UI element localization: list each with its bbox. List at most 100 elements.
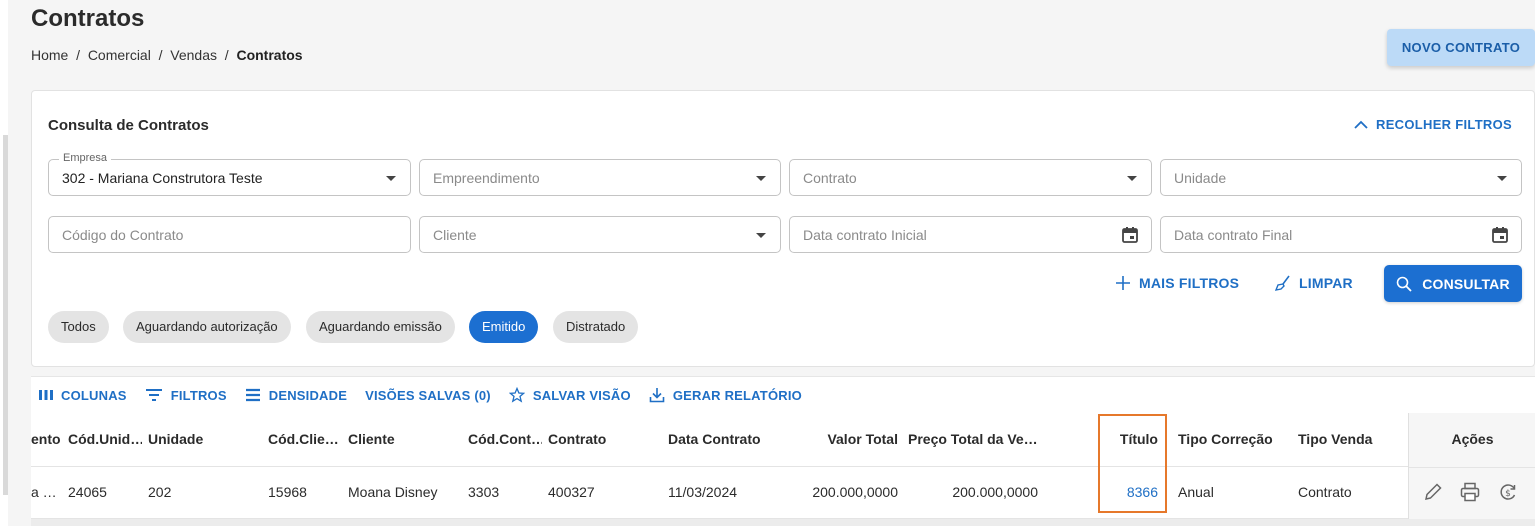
breadcrumb-current: Contratos <box>236 47 303 63</box>
contrato-placeholder: Contrato <box>803 170 857 186</box>
save-view-button[interactable]: SALVAR VISÃO <box>508 387 631 403</box>
col-unidade-header[interactable]: Unidade <box>148 431 248 447</box>
col-contrato-header[interactable]: Contrato <box>548 431 658 447</box>
more-filters-button[interactable]: MAIS FILTROS <box>1115 275 1239 291</box>
search-button[interactable]: CONSULTAR <box>1384 265 1522 302</box>
empreendimento-placeholder: Empreendimento <box>433 170 540 186</box>
clear-label: LIMPAR <box>1299 275 1353 291</box>
col-valor-total-header[interactable]: Valor Total <box>798 431 898 447</box>
saved-views-button[interactable]: VISÕES SALVAS (0) <box>365 388 491 403</box>
col-tipo-venda-header[interactable]: Tipo Venda <box>1298 431 1398 447</box>
data-final-placeholder: Data contrato Final <box>1174 227 1293 243</box>
print-icon[interactable] <box>1459 481 1481 503</box>
collapse-filters-label: RECOLHER FILTROS <box>1376 117 1512 132</box>
filter-lines-icon <box>145 389 162 401</box>
empresa-label: Empresa <box>59 152 112 164</box>
cell-preco-total: 200.000,0000 <box>952 484 1038 500</box>
collapse-filters-button[interactable]: RECOLHER FILTROS <box>1354 117 1512 132</box>
clear-button[interactable]: LIMPAR <box>1275 275 1353 291</box>
cell-empreendimento: a … <box>31 484 57 500</box>
cell-data-contrato: 11/03/2024 <box>668 484 738 500</box>
columns-label: COLUNAS <box>61 387 127 403</box>
cell-titulo-link[interactable]: 8366 <box>1098 484 1158 500</box>
col-empreendimento-header[interactable]: ento <box>31 431 61 447</box>
page-title: Contratos <box>31 5 145 32</box>
table-row[interactable]: a … 24065 202 15968 Moana Disney 3303 40… <box>31 467 1535 519</box>
filter-panel: Consulta de Contratos RECOLHER FILTROS E… <box>31 90 1535 367</box>
density-label: DENSIDADE <box>268 387 348 403</box>
contracts-table: ento Cód.Unid… Unidade Cód.Clie… Cliente… <box>31 413 1535 526</box>
columns-icon <box>39 390 53 400</box>
more-filters-label: MAIS FILTROS <box>1139 275 1240 291</box>
cell-tipo-venda: Contrato <box>1298 484 1352 500</box>
cell-cod-contrato: 3303 <box>468 484 500 500</box>
save-view-label: SALVAR VISÃO <box>532 387 631 403</box>
col-cod-cliente-header[interactable]: Cód.Clie… <box>268 431 342 447</box>
star-icon <box>508 387 525 403</box>
col-tipo-correcao-header[interactable]: Tipo Correção <box>1178 431 1288 447</box>
breadcrumb-comercial[interactable]: Comercial <box>88 47 151 63</box>
sidebar-scrollbar[interactable] <box>3 135 8 495</box>
breadcrumb-sep: / <box>68 47 88 63</box>
new-contract-button[interactable]: NOVO CONTRATO <box>1387 29 1535 66</box>
chip-distratado[interactable]: Distratado <box>553 311 639 343</box>
codigo-contrato-input[interactable]: Código do Contrato <box>48 216 411 253</box>
col-data-contrato-header[interactable]: Data Contrato <box>668 431 788 447</box>
cell-cod-unidade: 24065 <box>68 484 107 500</box>
filter-panel-title: Consulta de Contratos <box>48 117 209 134</box>
cell-cod-cliente: 15968 <box>268 484 307 500</box>
chevron-up-icon <box>1354 120 1368 129</box>
payment-cycle-icon[interactable]: $ <box>1497 481 1519 503</box>
empresa-select[interactable]: Empresa 302 - Mariana Construtora Teste <box>48 152 411 196</box>
breadcrumb-vendas[interactable]: Vendas <box>170 47 217 63</box>
columns-button[interactable]: COLUNAS <box>39 388 127 403</box>
breadcrumb: Home / Comercial / Vendas / Contratos <box>31 47 303 63</box>
contrato-select[interactable]: Contrato <box>789 159 1152 196</box>
col-cliente-header[interactable]: Cliente <box>348 431 458 447</box>
table-header-row: ento Cód.Unid… Unidade Cód.Clie… Cliente… <box>31 413 1535 467</box>
generate-report-label: GERAR RELATÓRIO <box>672 387 802 403</box>
cell-valor-total: 200.000,0000 <box>812 484 898 500</box>
data-inicial-input[interactable]: Data contrato Inicial <box>789 216 1152 253</box>
unidade-placeholder: Unidade <box>1174 170 1227 186</box>
unidade-select[interactable]: Unidade <box>1160 159 1522 196</box>
cell-tipo-correcao: Anual <box>1178 484 1214 500</box>
cell-unidade: 202 <box>148 484 172 500</box>
empreendimento-select[interactable]: Empreendimento <box>419 159 781 196</box>
cell-cliente: Moana Disney <box>348 484 438 500</box>
cliente-placeholder: Cliente <box>433 227 477 243</box>
divider <box>1409 467 1535 468</box>
left-edge <box>0 0 8 526</box>
svg-text:$: $ <box>1505 489 1511 499</box>
calendar-icon[interactable] <box>1121 226 1139 244</box>
chip-aguardando-autorizacao[interactable]: Aguardando autorização <box>123 311 291 343</box>
chip-aguardando-emissao[interactable]: Aguardando emissão <box>306 311 455 343</box>
search-icon <box>1396 276 1412 292</box>
data-final-input[interactable]: Data contrato Final <box>1160 216 1522 253</box>
col-preco-total-header[interactable]: Preço Total da Ve… <box>908 431 1038 447</box>
density-button[interactable]: DENSIDADE <box>245 388 347 403</box>
calendar-icon[interactable] <box>1491 226 1509 244</box>
filters-button[interactable]: FILTROS <box>145 388 227 403</box>
filters-label: FILTROS <box>170 387 227 403</box>
codigo-contrato-placeholder: Código do Contrato <box>62 227 184 243</box>
cliente-select[interactable]: Cliente <box>419 216 781 253</box>
generate-report-button[interactable]: GERAR RELATÓRIO <box>649 387 802 403</box>
chip-todos[interactable]: Todos <box>48 311 109 343</box>
col-cod-contrato-header[interactable]: Cód.Cont… <box>468 431 542 447</box>
col-cod-unidade-header[interactable]: Cód.Unid… <box>68 431 142 447</box>
dropdown-arrow-icon <box>756 233 766 238</box>
breadcrumb-sep: / <box>217 47 237 63</box>
data-inicial-placeholder: Data contrato Inicial <box>803 227 927 243</box>
breadcrumb-home[interactable]: Home <box>31 47 68 63</box>
dropdown-arrow-icon <box>1497 176 1507 181</box>
chip-emitido[interactable]: Emitido <box>469 311 539 343</box>
search-label: CONSULTAR <box>1422 275 1510 292</box>
edit-pencil-icon[interactable] <box>1422 481 1444 503</box>
col-acoes-header: Ações <box>1451 431 1494 447</box>
density-icon <box>245 388 260 402</box>
horizontal-scrollbar[interactable] <box>31 519 1535 526</box>
saved-views-label: VISÕES SALVAS (0) <box>365 387 491 403</box>
plus-icon <box>1116 276 1130 290</box>
col-titulo-header[interactable]: Título <box>1098 431 1158 447</box>
